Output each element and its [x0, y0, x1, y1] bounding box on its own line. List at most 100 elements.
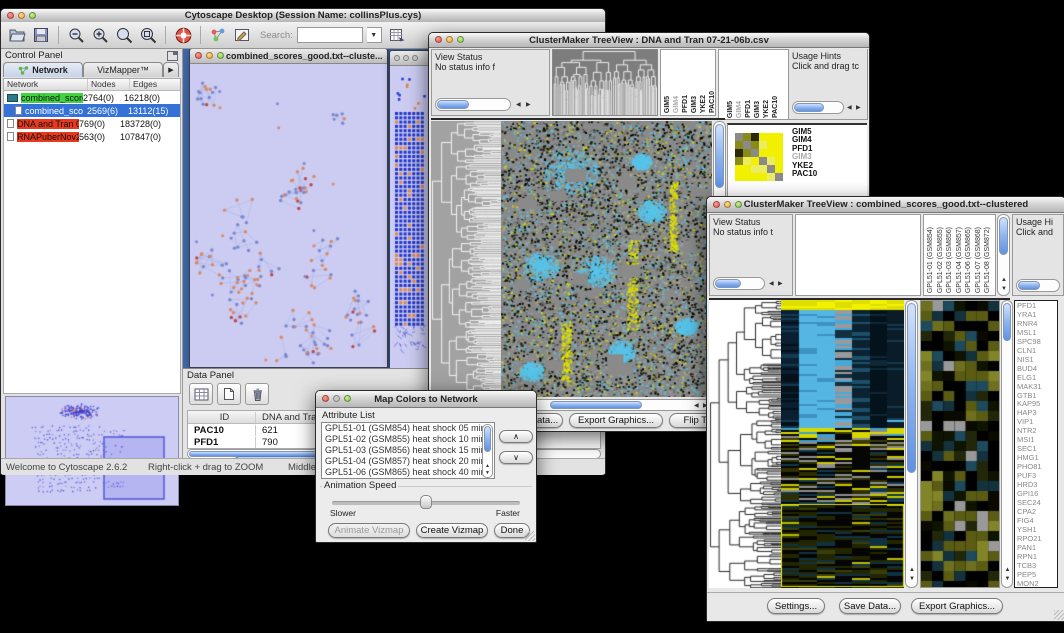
scroll-left-icon[interactable]: ◀ [847, 105, 852, 111]
scroll-down-icon[interactable]: ▼ [909, 576, 915, 582]
new-attribute-icon[interactable] [217, 383, 241, 405]
col-header-network[interactable]: Network [4, 79, 88, 90]
scroll-right-icon[interactable]: ▶ [526, 102, 531, 108]
zoom-window-icon[interactable] [457, 36, 464, 43]
summary-heatmap-cell[interactable] [743, 157, 751, 165]
scroll-up-icon[interactable]: ▲ [1001, 277, 1007, 283]
tab-network[interactable]: Network [3, 62, 83, 77]
settings-button[interactable]: Settings... [767, 598, 825, 614]
zoom-window-icon[interactable] [735, 201, 742, 208]
search-input[interactable] [297, 27, 363, 43]
summary-heatmap-cell[interactable] [751, 149, 759, 157]
row-label[interactable]: PAC10 [792, 170, 817, 178]
summary-heatmap-cell[interactable] [759, 149, 767, 157]
attribute-listbox[interactable]: GPL51-01 (GSM854) heat shock 05 minGPL51… [321, 422, 495, 479]
scroll-right-icon[interactable]: ▶ [778, 281, 783, 287]
network-row[interactable]: combined_scores 2764(0) 16218(0) [4, 91, 180, 104]
main-titlebar[interactable]: Cytoscape Desktop (Session Name: collins… [1, 9, 605, 23]
cluster-heatmap-canvas[interactable] [501, 121, 712, 397]
column-label[interactable]: PFD1 [682, 95, 690, 113]
summary-heatmap-cell[interactable] [759, 141, 767, 149]
scroll-up-icon[interactable]: ▲ [485, 463, 490, 469]
minimize-icon[interactable] [206, 52, 213, 59]
background-network-titlebar[interactable] [390, 51, 430, 66]
attribute-item[interactable]: GPL51-03 (GSM856) heat shock 15 min [322, 445, 494, 456]
scroll-left-icon[interactable]: ◀ [516, 102, 521, 108]
dialog-titlebar[interactable]: Map Colors to Network [316, 391, 536, 408]
treeview-dna-titlebar[interactable]: ClusterMaker TreeView : DNA and Tran 07-… [429, 33, 869, 48]
open-file-icon[interactable] [7, 25, 27, 45]
scroll-thumb[interactable] [1018, 281, 1040, 290]
column-dendrogram-panel[interactable] [552, 49, 658, 116]
scroll-down-icon[interactable]: ▼ [1005, 576, 1011, 582]
col-header-edges[interactable]: Edges [130, 79, 180, 90]
column-label[interactable]: GIM3 [691, 96, 699, 113]
column-label[interactable]: YKE2 [700, 95, 708, 113]
vscroll-thumb[interactable] [999, 217, 1008, 255]
zoom-in-icon[interactable] [90, 25, 110, 45]
minimize-icon[interactable] [724, 201, 731, 208]
network-graph-canvas[interactable] [190, 64, 385, 367]
summary-heatmap-cell[interactable] [759, 157, 767, 165]
scroll-thumb[interactable] [715, 279, 741, 288]
vscroll-thumb[interactable] [715, 124, 724, 188]
cluster-heatmap-canvas[interactable] [781, 300, 904, 588]
column-label[interactable]: GPL51-02 (GSM855) [936, 227, 946, 293]
vscroll-thumb[interactable] [484, 426, 491, 452]
attribute-item[interactable]: GPL51-06 (GSM865) heat shock 40 min [322, 467, 494, 478]
zoom-selected-icon[interactable] [114, 25, 134, 45]
summary-heatmap-cell[interactable] [751, 173, 759, 181]
scroll-up-icon[interactable]: ▲ [909, 567, 915, 573]
zoom-window-icon[interactable] [217, 52, 224, 59]
zoom-vscrollbar[interactable]: ▲ ▼ [1001, 300, 1013, 588]
summary-heatmap-cell[interactable] [735, 157, 743, 165]
summary-heatmap-cell[interactable] [775, 165, 783, 173]
network-overview-panel[interactable] [5, 396, 179, 506]
column-label[interactable]: GIM5 [664, 96, 672, 113]
animate-vizmap-button[interactable]: Animate Vizmap [328, 523, 410, 538]
zoom-window-icon[interactable] [344, 395, 351, 402]
row-dendrogram-canvas[interactable] [709, 300, 781, 588]
view-status-scrollbar[interactable] [435, 98, 511, 111]
usage-hints-scrollbar[interactable] [792, 101, 844, 114]
float-panel-icon[interactable] [167, 51, 178, 61]
scroll-down-icon[interactable]: ▼ [485, 470, 490, 476]
network-row[interactable]: DNA and Tran 07 769(0) 183728(0) [4, 117, 180, 130]
vscroll-thumb[interactable] [907, 303, 916, 473]
delete-attribute-icon[interactable] [245, 383, 269, 405]
summary-heatmap-cell[interactable] [767, 133, 775, 141]
minimize-icon[interactable] [446, 36, 453, 43]
summary-heatmap-cell[interactable] [751, 141, 759, 149]
summary-heatmap-cell[interactable] [775, 149, 783, 157]
summary-heatmap-cell[interactable] [751, 133, 759, 141]
minimize-icon[interactable] [333, 395, 340, 402]
column-label[interactable]: GIM4 [673, 96, 681, 113]
column-label[interactable]: GPL51-08 (GSM872) [983, 227, 993, 293]
background-network-canvas[interactable] [390, 66, 428, 368]
network-table-header[interactable]: Network Nodes Edges [4, 79, 180, 91]
zoom-fit-icon[interactable] [138, 25, 158, 45]
zoom-heatmap-canvas[interactable] [921, 301, 999, 587]
attribute-item[interactable]: GPL51-02 (GSM855) heat shock 10 min [322, 434, 494, 445]
heatmap-vscrollbar[interactable]: ▲ ▼ [905, 300, 918, 588]
column-label[interactable]: PAC10 [709, 91, 717, 113]
summary-heatmap-cell[interactable] [775, 173, 783, 181]
column-label[interactable]: GPL51-03 (GSM856) [945, 227, 955, 293]
summary-heatmap-cell[interactable] [735, 141, 743, 149]
cluster-heatmap-panel[interactable] [781, 300, 904, 588]
move-down-button[interactable]: ∨ [499, 451, 533, 464]
network-row[interactable]: RNAPuberNov2+ 563(0) 107847(0) [4, 130, 180, 143]
summary-heatmap-cell[interactable] [767, 149, 775, 157]
zoom-window-icon[interactable] [412, 55, 418, 61]
resize-grip[interactable] [1054, 610, 1064, 620]
scroll-left-icon[interactable]: ◀ [769, 281, 774, 287]
tab-overflow-arrow[interactable]: ▶ [163, 62, 179, 77]
save-data-button[interactable]: Save Data... [839, 598, 901, 614]
column-label[interactable]: GPL51-04 (GSM857) [955, 227, 965, 293]
close-icon[interactable] [435, 36, 442, 43]
col-header-nodes[interactable]: Nodes [88, 79, 130, 90]
scroll-thumb[interactable] [794, 103, 824, 112]
resize-grip[interactable] [525, 531, 535, 541]
summary-heatmap-cell[interactable] [767, 165, 775, 173]
attribute-table-icon[interactable] [189, 383, 213, 405]
